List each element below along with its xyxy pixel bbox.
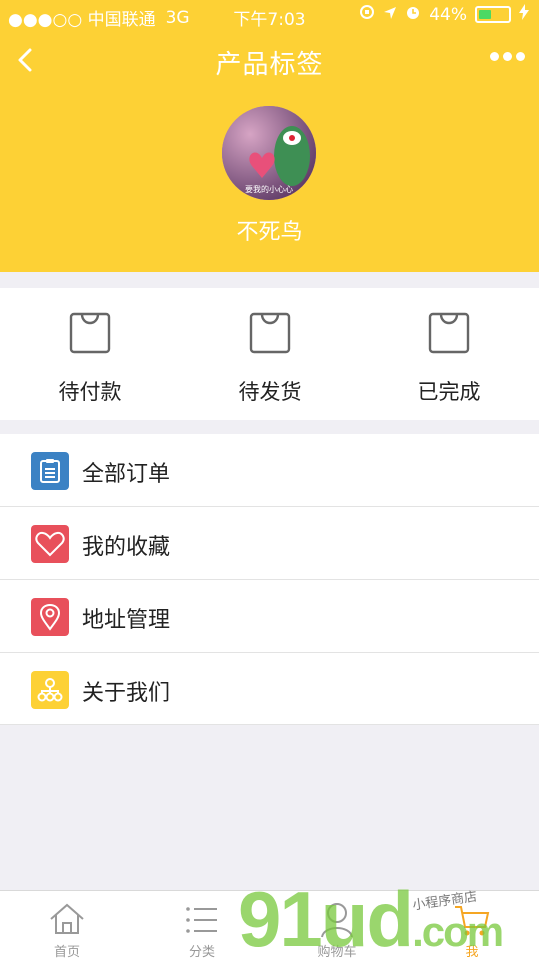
avatar[interactable]: 要我的小心心 xyxy=(222,106,316,200)
order-to-ship[interactable]: 待发货 xyxy=(180,288,360,420)
list-icon xyxy=(186,907,217,933)
battery-percent: 44% xyxy=(429,4,467,25)
more-options-button[interactable] xyxy=(490,52,525,61)
shopping-bag-icon xyxy=(428,312,470,354)
menu-item-favorites[interactable]: 我的收藏 xyxy=(0,507,539,580)
status-bar: ●●●○○ 中国联通 3G 下午7:03 44% xyxy=(0,0,539,32)
menu-label: 地址管理 xyxy=(82,608,171,633)
order-completed[interactable]: 已完成 xyxy=(359,288,539,420)
watermark-domain: .com xyxy=(412,908,504,955)
avatar-caption: 要我的小心心 xyxy=(245,184,293,194)
order-label: 待发货 xyxy=(238,380,302,404)
heart-icon xyxy=(31,525,69,563)
watermark-brand: 91 xyxy=(238,875,323,960)
charging-icon xyxy=(519,4,529,25)
avatar-image: 要我的小心心 xyxy=(222,106,316,200)
tab-home[interactable]: 首页 xyxy=(0,891,134,960)
clipboard-icon xyxy=(31,452,69,490)
menu-label: 关于我们 xyxy=(82,681,171,706)
order-pending-payment[interactable]: 待付款 xyxy=(0,288,180,420)
title-bar: 产品标签 xyxy=(0,36,539,86)
dot-icon xyxy=(503,52,512,61)
menu-item-about[interactable]: 关于我们 xyxy=(0,653,539,725)
tab-label: 首页 xyxy=(53,945,80,960)
location-pin-icon xyxy=(31,598,69,636)
shopping-bag-icon xyxy=(69,312,111,354)
shopping-bag-icon xyxy=(249,312,291,354)
dot-icon xyxy=(490,52,499,61)
menu-label: 全部订单 xyxy=(82,462,171,487)
alarm-icon xyxy=(405,4,421,25)
watermark-brand-2: ud xyxy=(320,875,414,960)
username: 不死鸟 xyxy=(236,220,303,245)
menu-label: 我的收藏 xyxy=(82,535,171,560)
org-chart-icon xyxy=(31,671,69,709)
status-right: 44% xyxy=(359,4,529,25)
battery-fill xyxy=(479,10,492,19)
page-title: 产品标签 xyxy=(215,50,324,80)
rotation-lock-icon xyxy=(359,4,375,25)
order-status-panel: 待付款 待发货 已完成 xyxy=(0,288,539,420)
order-label: 已完成 xyxy=(417,380,481,404)
home-icon xyxy=(50,903,84,934)
dot-icon xyxy=(516,52,525,61)
order-label: 待付款 xyxy=(58,380,122,404)
menu-list: 全部订单 我的收藏 地址管理 关于我们 xyxy=(0,434,539,725)
menu-item-address[interactable]: 地址管理 xyxy=(0,580,539,653)
battery-icon xyxy=(475,6,511,23)
menu-item-all-orders[interactable]: 全部订单 xyxy=(0,434,539,507)
location-icon xyxy=(383,5,397,25)
